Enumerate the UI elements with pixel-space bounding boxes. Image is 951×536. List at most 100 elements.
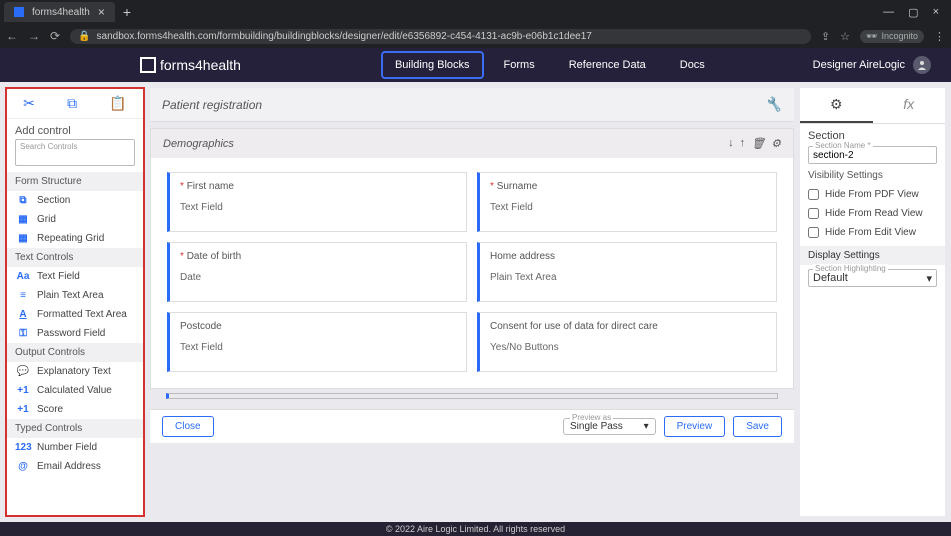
palette-item-number-field[interactable]: 123Number Field: [7, 438, 143, 457]
chk-label: Hide From Edit View: [825, 227, 916, 238]
field-postcode[interactable]: Postcode Text Field: [167, 312, 467, 372]
lock-icon: 🔒: [78, 31, 90, 42]
chk-hide-edit[interactable]: Hide From Edit View: [808, 223, 937, 242]
incognito-badge: 🕶 Incognito: [860, 30, 924, 43]
preview-button[interactable]: Preview: [664, 416, 726, 437]
field-type: Yes/No Buttons: [490, 342, 766, 353]
field-surname[interactable]: * Surname Text Field: [477, 172, 777, 232]
chk-hide-read-box[interactable]: [808, 208, 819, 219]
palette-item-text-field[interactable]: Aa Text Field: [7, 267, 143, 286]
forward-icon[interactable]: →: [28, 29, 40, 43]
grid-icon: ▦: [15, 214, 31, 225]
user-area[interactable]: Designer AireLogic: [813, 56, 931, 74]
close-window-icon[interactable]: ×: [933, 6, 939, 19]
search-input[interactable]: [20, 152, 130, 163]
star-icon[interactable]: ☆: [840, 30, 850, 43]
section-name-wrap: Section Name *: [808, 146, 937, 164]
tab-fx[interactable]: fx: [873, 88, 946, 123]
add-section-placeholder[interactable]: [166, 393, 778, 399]
tab-settings[interactable]: ⚙: [800, 88, 873, 123]
preview-mode-value: Single Pass: [570, 421, 623, 432]
copy-icon[interactable]: ⧉: [67, 95, 77, 112]
palette-item-password-field[interactable]: ⚿ Password Field: [7, 324, 143, 343]
incognito-icon: 🕶: [866, 31, 877, 42]
label: Calculated Value: [37, 385, 112, 396]
address-bar: ← → ⟳ 🔒 sandbox.forms4health.com/formbui…: [0, 24, 951, 48]
field-consent[interactable]: Consent for use of data for direct care …: [477, 312, 777, 372]
label: Password Field: [37, 328, 105, 339]
chk-hide-edit-box[interactable]: [808, 227, 819, 238]
palette-item-email-address[interactable]: @Email Address: [7, 457, 143, 476]
nav-building-blocks[interactable]: Building Blocks: [381, 51, 484, 79]
bottom-bar: Close Preview as Single Pass ▾ Preview S…: [150, 409, 794, 443]
label: Score: [37, 404, 63, 415]
maximize-icon[interactable]: ▢: [908, 6, 918, 19]
section[interactable]: Demographics ↓ ↑ 🗑 ⚙ * First name Text F…: [150, 128, 794, 389]
browser-tab[interactable]: forms4health ×: [4, 2, 115, 22]
chevron-down-icon: ▾: [926, 272, 932, 285]
move-down-icon[interactable]: ↓: [728, 137, 734, 150]
favicon-icon: [14, 7, 24, 17]
chevron-down-icon: ▾: [644, 421, 649, 432]
nav-reference-data[interactable]: Reference Data: [555, 51, 660, 79]
cut-icon[interactable]: ✂: [23, 95, 35, 112]
password-icon: ⚿: [15, 328, 31, 339]
plain-text-area-icon: ≡: [15, 290, 31, 301]
properties-panel: ⚙ fx Section Section Name * Visibility S…: [800, 88, 945, 516]
nav-docs[interactable]: Docs: [666, 51, 719, 79]
palette-item-repeating-grid[interactable]: ▦Repeating Grid: [7, 229, 143, 248]
palette-item-calculated-value[interactable]: +1 Calculated Value: [7, 381, 143, 400]
section-settings-icon[interactable]: ⚙: [771, 137, 781, 150]
field-home-address[interactable]: Home address Plain Text Area: [477, 242, 777, 302]
footer-text: © 2022 Aire Logic Limited. All rights re…: [386, 524, 565, 534]
label: Text Field: [37, 271, 80, 282]
section-name-input[interactable]: [813, 150, 932, 161]
palette-toolbar: ✂ ⧉ 📋: [7, 89, 143, 119]
number-icon: 123: [15, 442, 31, 453]
label: Repeating Grid: [37, 233, 104, 244]
app-logo[interactable]: forms4health: [140, 57, 241, 73]
palette-item-explanatory-text[interactable]: 💬Explanatory Text: [7, 362, 143, 381]
back-icon[interactable]: ←: [6, 29, 18, 43]
window-controls: — ▢ ×: [883, 6, 947, 19]
field-first-name[interactable]: * First name Text Field: [167, 172, 467, 232]
menu-icon[interactable]: ⋮: [934, 30, 945, 43]
field-label: Home address: [490, 251, 555, 262]
section-tools: ↓ ↑ 🗑 ⚙: [728, 137, 781, 150]
cat-structure: Form Structure: [7, 172, 143, 191]
url-field[interactable]: 🔒 sandbox.forms4health.com/formbuilding/…: [70, 29, 811, 44]
delete-icon[interactable]: 🗑: [751, 137, 765, 150]
nav-forms[interactable]: Forms: [490, 51, 549, 79]
page-title: Patient registration: [162, 98, 262, 112]
section-header: Demographics ↓ ↑ 🗑 ⚙: [151, 129, 793, 158]
new-tab-button[interactable]: +: [115, 4, 139, 20]
chk-hide-read[interactable]: Hide From Read View: [808, 204, 937, 223]
highlight-wrap[interactable]: Section Highlighting Default ▾: [808, 269, 937, 287]
avatar[interactable]: [913, 56, 931, 74]
close-tab-icon[interactable]: ×: [98, 5, 105, 19]
paste-icon[interactable]: 📋: [109, 95, 126, 112]
calculated-icon: +1: [15, 385, 31, 396]
move-up-icon[interactable]: ↑: [740, 137, 746, 150]
save-button[interactable]: Save: [733, 416, 782, 437]
text-field-icon: Aa: [15, 271, 31, 282]
share-icon[interactable]: ⇪: [821, 30, 830, 43]
palette-item-formatted-text-area[interactable]: AFormatted Text Area: [7, 305, 143, 324]
settings-icon[interactable]: 🔧: [765, 96, 782, 113]
chk-hide-pdf[interactable]: Hide From PDF View: [808, 185, 937, 204]
preview-mode-select[interactable]: Preview as Single Pass ▾: [563, 418, 656, 435]
email-icon: @: [15, 461, 31, 472]
palette-item-score[interactable]: +1Score: [7, 400, 143, 419]
palette-item-grid[interactable]: ▦ Grid: [7, 210, 143, 229]
label: Grid: [37, 214, 56, 225]
label: Explanatory Text: [37, 366, 111, 377]
palette-item-section[interactable]: ⧉Section: [7, 191, 143, 210]
close-button[interactable]: Close: [162, 416, 214, 437]
field-dob[interactable]: * Date of birth Date: [167, 242, 467, 302]
chk-hide-pdf-box[interactable]: [808, 189, 819, 200]
fields-grid: * First name Text Field * Surname Text F…: [151, 158, 793, 388]
minimize-icon[interactable]: —: [883, 6, 894, 19]
reload-icon[interactable]: ⟳: [50, 29, 60, 43]
field-label: Date of birth: [187, 251, 241, 262]
palette-item-plain-text-area[interactable]: ≡Plain Text Area: [7, 286, 143, 305]
